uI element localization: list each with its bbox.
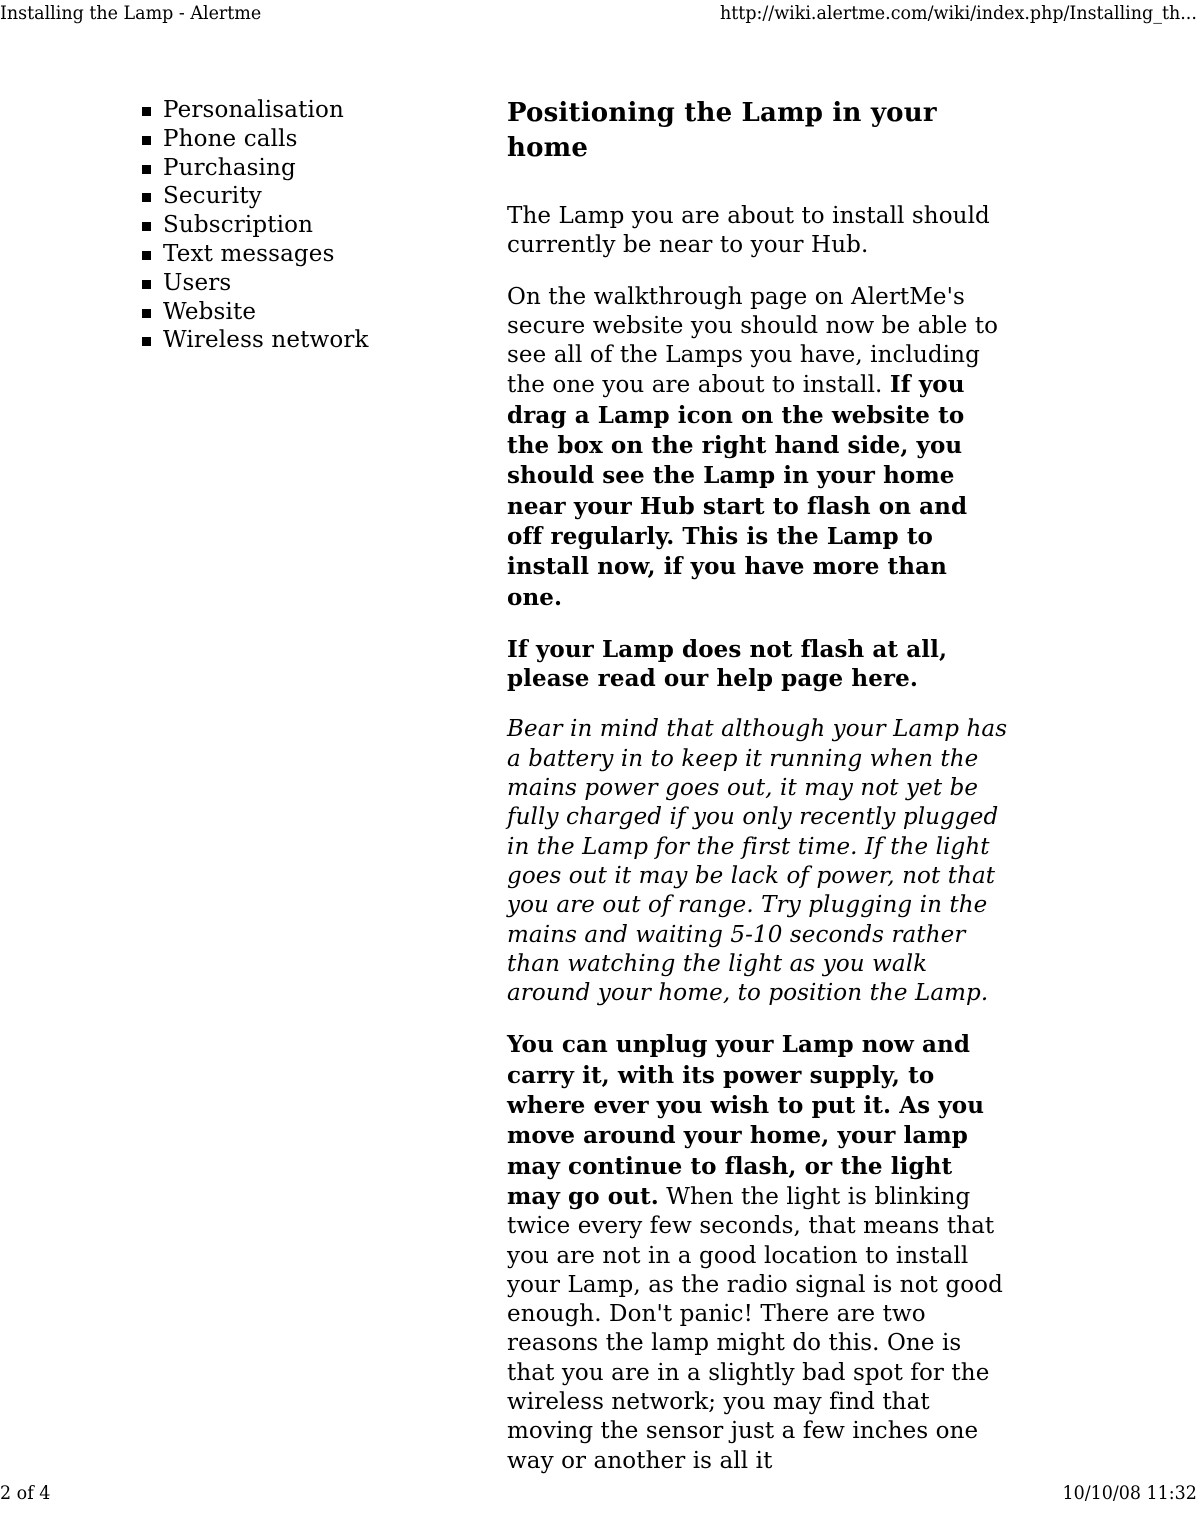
source-url: http://wiki.alertme.com/wiki/index.php/I… xyxy=(720,2,1197,24)
square-bullet-icon xyxy=(142,222,151,232)
sidebar-item-text-messages[interactable]: Text messages xyxy=(138,240,468,269)
sidebar-item-wireless-network[interactable]: Wireless network xyxy=(138,326,468,355)
sidebar-item-label: Text messages xyxy=(163,240,335,267)
sidebar-item-label: Users xyxy=(163,269,232,296)
print-timestamp: 10/10/08 11:32 xyxy=(1062,1482,1197,1504)
sidebar-item-label: Website xyxy=(163,298,257,325)
paragraph-walkthrough: On the walkthrough page on AlertMe's sec… xyxy=(507,283,1009,613)
sidebar-list: Personalisation Phone calls Purchasing S… xyxy=(138,96,468,355)
print-header: Installing the Lamp - Alertme http://wik… xyxy=(0,0,1197,34)
paragraph-walkthrough-emphasis: If you drag a Lamp icon on the website t… xyxy=(507,371,968,611)
sidebar-item-website[interactable]: Website xyxy=(138,298,468,327)
square-bullet-icon xyxy=(142,250,151,260)
sidebar-item-label: Purchasing xyxy=(163,154,296,181)
square-bullet-icon xyxy=(142,164,151,174)
square-bullet-icon xyxy=(142,193,151,203)
sidebar-item-phone-calls[interactable]: Phone calls xyxy=(138,125,468,154)
square-bullet-icon xyxy=(142,308,151,318)
paragraph-battery-note: Bear in mind that although your Lamp has… xyxy=(507,716,1008,1007)
paragraph-unplug-instructions: You can unplug your Lamp now and carry i… xyxy=(507,1030,1009,1475)
paragraph-help-notice: If your Lamp does not flash at all, plea… xyxy=(507,635,948,693)
square-bullet-icon xyxy=(142,135,151,145)
sidebar-navigation: Personalisation Phone calls Purchasing S… xyxy=(138,96,468,355)
sidebar-item-label: Phone calls xyxy=(163,125,298,152)
sidebar-item-purchasing[interactable]: Purchasing xyxy=(138,154,468,183)
paragraph-unplug-text: When the light is blinking twice every f… xyxy=(507,1183,1003,1474)
square-bullet-icon xyxy=(142,279,151,289)
square-bullet-icon xyxy=(142,337,151,347)
sidebar-item-label: Subscription xyxy=(163,212,314,239)
sidebar-item-label: Personalisation xyxy=(163,97,344,123)
sidebar-item-label: Security xyxy=(163,183,262,210)
paragraph-intro: The Lamp you are about to install should… xyxy=(507,203,990,259)
print-footer: 2 of 4 10/10/08 11:32 xyxy=(0,1481,1197,1505)
sidebar-item-personalisation[interactable]: Personalisation xyxy=(138,96,468,125)
sidebar-item-security[interactable]: Security xyxy=(138,182,468,211)
sidebar-item-users[interactable]: Users xyxy=(138,269,468,298)
article-body: Positioning the Lamp in your home The La… xyxy=(507,96,1009,1476)
sidebar-item-subscription[interactable]: Subscription xyxy=(138,211,468,240)
document-title: Installing the Lamp - Alertme xyxy=(0,2,262,24)
page-number: 2 of 4 xyxy=(0,1482,51,1504)
square-bullet-icon xyxy=(142,107,151,116)
sidebar-item-label: Wireless network xyxy=(163,327,369,354)
page-title: Positioning the Lamp in your home xyxy=(507,98,937,163)
